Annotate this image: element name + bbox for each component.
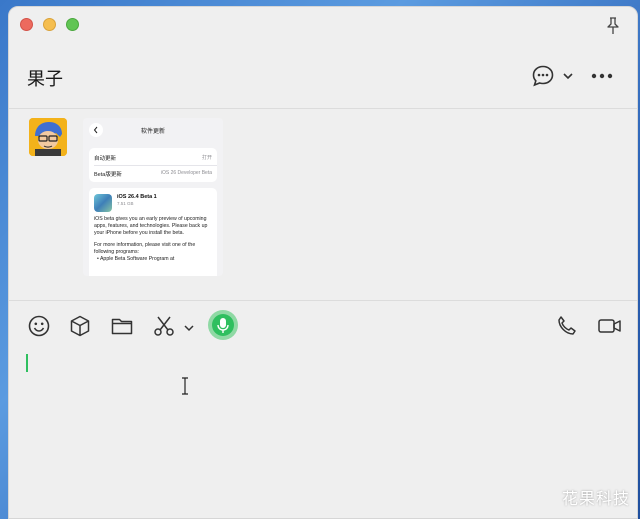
video-icon[interactable]: [597, 314, 623, 338]
description-bullet: • Apple Beta Software Program at: [97, 256, 175, 263]
image-message[interactable]: 软件更新 自动更新 打开 Beta版更新 iOS 26 Developer Be…: [83, 118, 223, 276]
description-paragraph: iOS beta gives you an early preview of u…: [94, 216, 208, 237]
title-bar: [9, 7, 637, 47]
avatar[interactable]: [29, 118, 67, 156]
message-input[interactable]: [9, 350, 637, 518]
zoom-window-button[interactable]: [66, 18, 79, 31]
text-caret: [26, 354, 28, 372]
message-list[interactable]: 软件更新 自动更新 打开 Beta版更新 iOS 26 Developer Be…: [9, 110, 637, 300]
chat-bubble-icon[interactable]: [531, 64, 555, 88]
screenshot-page-title: 软件更新: [140, 129, 165, 135]
chat-title: 果子: [27, 69, 63, 89]
voice-input-button[interactable]: [208, 310, 238, 340]
folder-icon[interactable]: [110, 314, 134, 338]
cube-icon[interactable]: [68, 314, 92, 338]
pin-icon[interactable]: [605, 17, 621, 35]
phone-icon[interactable]: [555, 314, 579, 338]
update-description: iOS beta gives you an early preview of u…: [94, 216, 212, 263]
update-name: iOS 26.4 Beta 1: [117, 194, 157, 200]
chevron-down-icon[interactable]: [183, 323, 195, 333]
ios-update-icon: [94, 194, 112, 212]
row-label: 自动更新: [94, 156, 117, 162]
settings-card: 自动更新 打开 Beta版更新 iOS 26 Developer Beta: [89, 148, 217, 182]
description-paragraph: For more information, please visit one o…: [94, 241, 196, 255]
scissors-icon[interactable]: [152, 314, 176, 338]
composer-toolbar: [9, 300, 637, 350]
microphone-icon: [212, 314, 234, 336]
watermark: 花果科技: [561, 489, 630, 508]
divider: [94, 165, 217, 166]
minimize-window-button[interactable]: [43, 18, 56, 31]
row-value: 打开: [201, 155, 212, 161]
chat-window: 果子 软件更新 自动更新 打开 Beta版更新 iOS 26 Developer…: [8, 6, 638, 519]
row-label: Beta版更新: [94, 172, 122, 178]
chevron-down-icon[interactable]: [562, 71, 574, 81]
chat-header: 果子: [9, 47, 637, 109]
row-value: iOS 26 Developer Beta: [160, 170, 212, 176]
ibeam-cursor-icon: [182, 377, 188, 395]
update-card: iOS 26.4 Beta 1 7.51 GB iOS beta gives y…: [89, 188, 217, 276]
close-window-button[interactable]: [20, 18, 33, 31]
emoji-icon[interactable]: [27, 314, 51, 338]
update-size: 7.51 GB: [117, 201, 134, 206]
avatar-cartoon-icon: [29, 118, 67, 156]
more-options-icon[interactable]: [590, 67, 614, 85]
